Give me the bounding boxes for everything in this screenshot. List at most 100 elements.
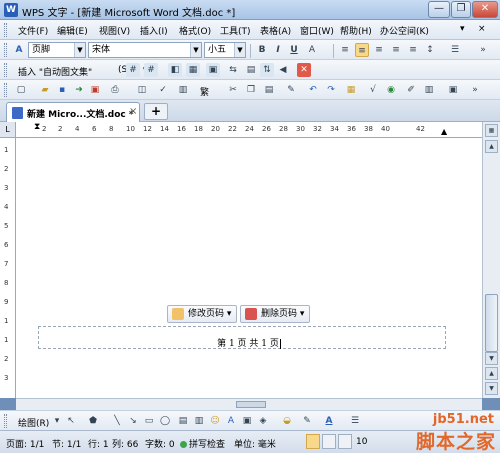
menu-office-space[interactable]: 办公空间(K) — [380, 24, 429, 37]
menu-format[interactable]: 格式(O) — [179, 24, 211, 37]
align-left-icon[interactable]: ≡ — [338, 43, 352, 57]
bold-button[interactable]: B — [255, 43, 269, 57]
diagram-icon[interactable]: ◈ — [256, 414, 270, 428]
toolbar-options-icon[interactable]: » — [468, 83, 482, 97]
show-previous-icon[interactable]: ◀ — [276, 63, 290, 77]
formula-icon[interactable]: √ — [366, 83, 380, 97]
new-document-icon[interactable]: ▢ — [14, 83, 28, 97]
line-style-icon[interactable]: ☰ — [348, 414, 362, 428]
left-indent-marker[interactable]: ⧗ — [34, 122, 40, 132]
minimize-button[interactable]: — — [428, 1, 450, 18]
oval-icon[interactable]: ◯ — [158, 414, 172, 428]
fill-color-icon[interactable]: ◒ — [280, 414, 294, 428]
font-size-select[interactable]: 小五 ▼ — [204, 42, 246, 58]
show-hide-text-icon[interactable]: ▤ — [244, 63, 258, 77]
menu-insert[interactable]: 插入(I) — [140, 24, 168, 37]
distribute-icon[interactable]: ≡ — [406, 43, 420, 57]
paste-icon[interactable]: ▤ — [262, 83, 276, 97]
redo-icon[interactable]: ↷ — [324, 83, 338, 97]
autoshapes-icon[interactable]: ⬟ — [86, 414, 100, 428]
page-count-icon[interactable]: # — [144, 63, 158, 77]
picture-icon[interactable]: ▣ — [240, 414, 254, 428]
restore-button[interactable]: ❐ — [451, 1, 471, 18]
ruler-toggle-icon[interactable]: ▦ — [485, 124, 498, 137]
arrow-icon[interactable]: ↘ — [126, 414, 140, 428]
status-unit[interactable]: 单位: 毫米 — [234, 437, 276, 450]
vertical-scroll-thumb[interactable] — [485, 294, 498, 352]
menu-dropdown-icon[interactable]: ▾ — [460, 24, 465, 34]
print-icon[interactable]: ⎙ — [108, 83, 122, 97]
cut-icon[interactable]: ✂ — [226, 83, 240, 97]
edit-page-number-button[interactable]: 修改页码 ▾ — [167, 305, 237, 323]
format-painter-icon[interactable]: ✎ — [284, 83, 298, 97]
format-page-number-icon[interactable]: ◧ — [168, 63, 182, 77]
toolbar-grip[interactable] — [4, 414, 7, 428]
italic-button[interactable]: I — [271, 43, 285, 57]
line-spacing-icon[interactable]: ↕ — [423, 43, 437, 57]
horizontal-scrollbar[interactable] — [16, 398, 482, 410]
toolbar-grip[interactable] — [4, 83, 7, 97]
tab-stop-selector[interactable]: L — [0, 122, 16, 138]
menu-window[interactable]: 窗口(W) — [300, 24, 334, 37]
draw-menu-button[interactable]: 绘图(R) — [18, 416, 49, 429]
autotext-label[interactable]: 插入 "自动图文集" — [18, 65, 92, 78]
menu-file[interactable]: 文件(F) — [18, 24, 48, 37]
web-view-icon[interactable] — [338, 434, 352, 449]
chevron-down-icon[interactable]: ▼ — [234, 43, 245, 57]
switch-header-footer-icon[interactable]: ⇅ — [260, 63, 274, 77]
menu-close-icon[interactable]: × — [478, 24, 486, 34]
vertical-textbox-icon[interactable]: ▥ — [192, 414, 206, 428]
previous-page-icon[interactable]: ▲ — [485, 367, 498, 380]
rectangle-icon[interactable]: ▭ — [142, 414, 156, 428]
line-color-icon[interactable]: ✎ — [300, 414, 314, 428]
close-tab-icon[interactable]: × — [129, 106, 137, 117]
chevron-down-icon[interactable]: ▼ — [74, 43, 85, 57]
horizontal-ruler[interactable]: 2 2 4 6 8 10 12 14 16 18 20 22 24 26 28 30 32 34 36 38 40 42 ⧗… — [16, 122, 482, 138]
font-color-draw-icon[interactable]: A — [322, 414, 336, 428]
word-count-icon[interactable]: ▥ — [176, 83, 190, 97]
scroll-up-icon[interactable]: ▲ — [485, 140, 498, 153]
undo-icon[interactable]: ↶ — [306, 83, 320, 97]
print-preview-icon[interactable]: ◫ — [135, 83, 149, 97]
align-right-icon[interactable]: ≡ — [372, 43, 386, 57]
table-icon[interactable]: ▦ — [344, 83, 358, 97]
menu-edit[interactable]: 编辑(E) — [57, 24, 88, 37]
link-to-previous-icon[interactable]: ⇆ — [226, 63, 240, 77]
chevron-down-icon[interactable]: ▾ — [50, 414, 64, 428]
spell-check-icon[interactable]: ✓ — [156, 83, 170, 97]
delete-page-number-button[interactable]: 删除页码 ▾ — [240, 305, 310, 323]
toolbar-grip[interactable] — [4, 43, 7, 57]
open-folder-icon[interactable]: ▰ — [38, 83, 52, 97]
clipart-icon[interactable]: ☺ — [208, 414, 222, 428]
horizontal-scroll-thumb[interactable] — [236, 401, 266, 408]
close-window-button[interactable]: ✕ — [472, 1, 498, 18]
globe-icon[interactable]: ◉ — [384, 83, 398, 97]
justify-icon[interactable]: ≡ — [389, 43, 403, 57]
next-page-icon[interactable]: ▼ — [485, 382, 498, 395]
document-page[interactable]: 修改页码 ▾ 删除页码 ▾ 第 1 页 共 1 页 — [16, 138, 482, 398]
underline-button[interactable]: U — [287, 43, 301, 57]
style-icon[interactable]: A — [12, 43, 26, 57]
zoom-level[interactable]: 10 — [356, 437, 367, 447]
columns-icon[interactable]: ▥ — [422, 83, 436, 97]
vertical-scrollbar[interactable]: ▦ ▲ ▼ ▲ ▼ — [482, 122, 500, 398]
copy-icon[interactable]: ❐ — [244, 83, 258, 97]
drawing-icon[interactable]: ✐ — [404, 83, 418, 97]
font-color-icon[interactable]: A — [305, 43, 319, 57]
menu-table[interactable]: 表格(A) — [260, 24, 291, 37]
vertical-ruler[interactable]: 1 2 3 4 5 6 7 8 9 1 1 2 3 — [0, 138, 16, 398]
align-center-icon[interactable]: ≡ — [355, 43, 369, 57]
pdf-icon[interactable]: ▣ — [88, 83, 102, 97]
page-number-icon[interactable]: # — [126, 63, 140, 77]
chevron-down-icon[interactable]: ▼ — [190, 43, 201, 57]
scroll-down-icon[interactable]: ▼ — [485, 352, 498, 365]
insert-date-icon[interactable]: ▦ — [186, 63, 200, 77]
style-select[interactable]: 页脚 ▼ — [28, 42, 86, 58]
outline-view-icon[interactable] — [322, 434, 336, 449]
show-marks-icon[interactable]: ▣ — [446, 83, 460, 97]
textbox-icon[interactable]: ▤ — [176, 414, 190, 428]
close-header-footer-icon[interactable]: ✕ — [297, 63, 311, 77]
export-icon[interactable]: ➜ — [72, 83, 86, 97]
menu-view[interactable]: 视图(V) — [99, 24, 130, 37]
bullet-list-icon[interactable]: ☰ — [448, 43, 462, 57]
